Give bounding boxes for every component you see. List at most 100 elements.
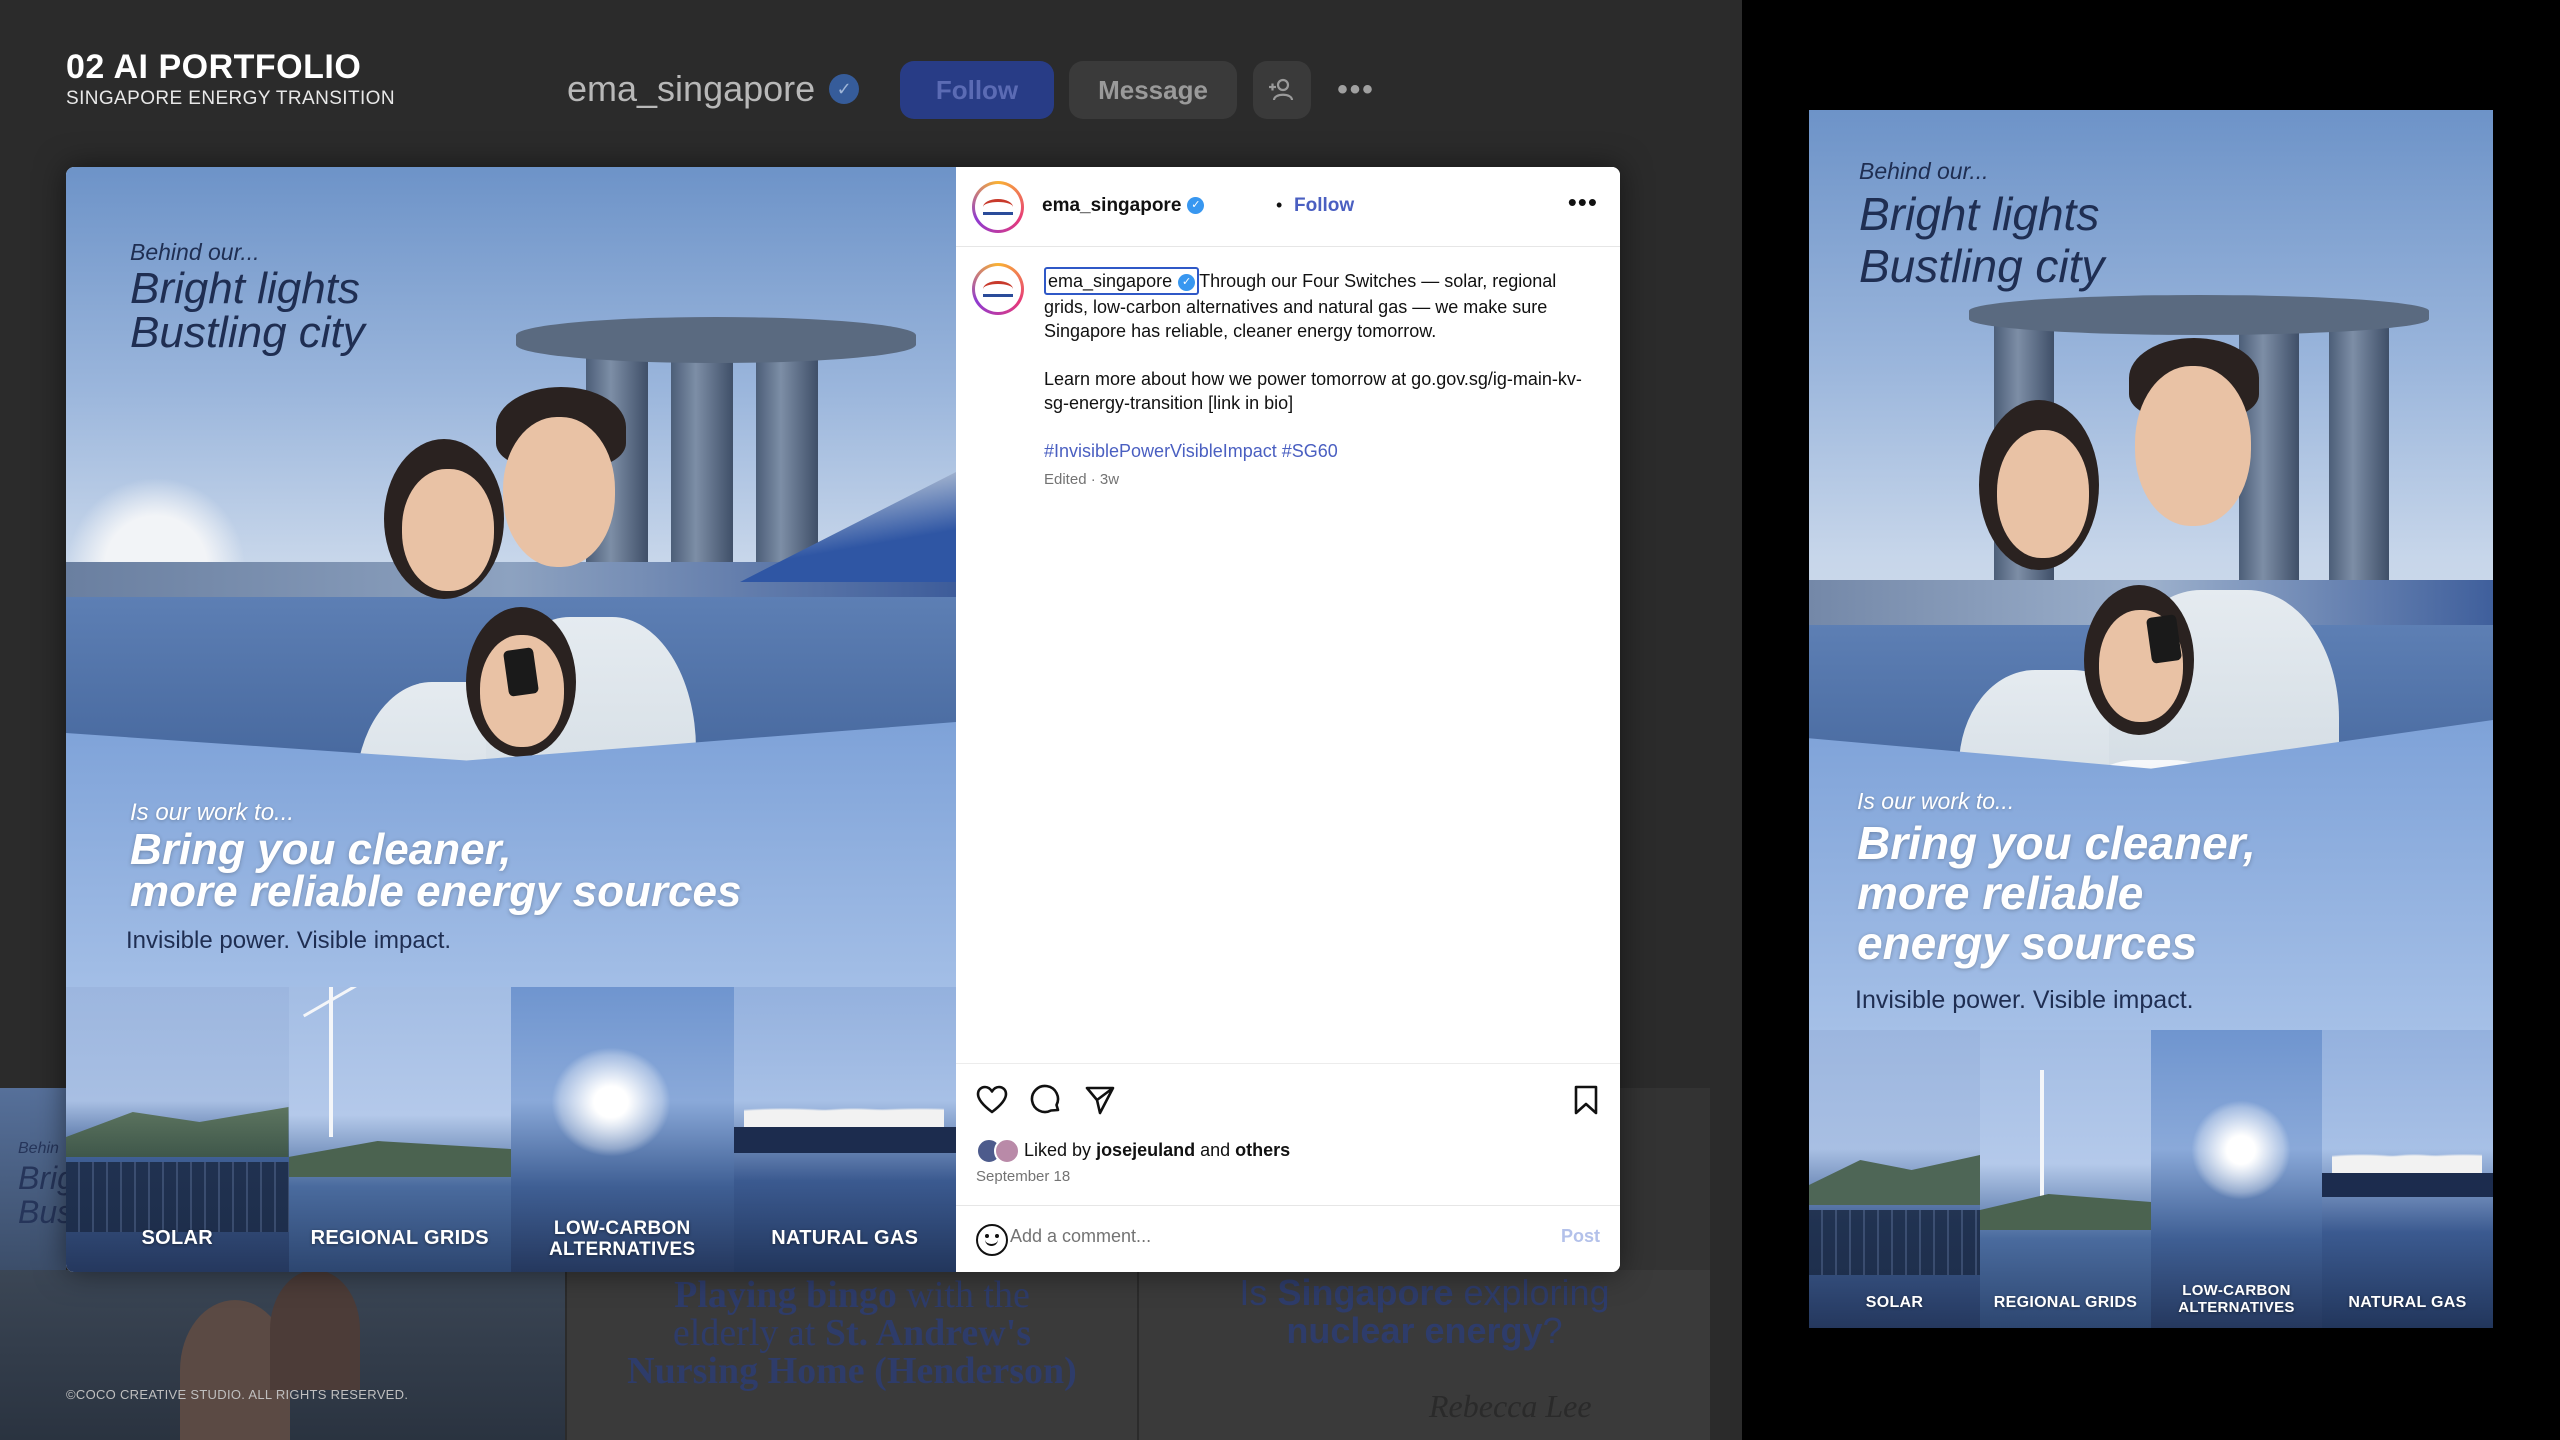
caption-username[interactable]: ema_singapore ✓: [1044, 267, 1200, 295]
poster-headline-1b: Bustling city: [130, 308, 365, 357]
switch-label-regional-grids: REGIONAL GRIDS: [310, 1227, 489, 1249]
strip-text-1: Behin: [18, 1140, 59, 1157]
verified-badge-icon: ✓: [829, 74, 860, 104]
avatar-inner: [975, 184, 1021, 230]
switch-label-low-carbon-2: ALTERNATIVES: [549, 1239, 696, 1260]
poster-eyebrow-2: Is our work to...: [130, 799, 295, 826]
portfolio-panel: 02 AI PORTFOLIO SINGAPORE ENERGY TRANSIT…: [0, 0, 1742, 1440]
grid-hills: [288, 1141, 511, 1177]
switch-natural-gas: NATURAL GAS: [733, 987, 956, 1272]
father-face: [503, 417, 615, 567]
background-tile-nuclear: Is Singapore exploring nuclear energy? R…: [1139, 1270, 1710, 1440]
post-username-text: ema_singapore: [1042, 195, 1182, 216]
post-header: ema_singapore ✓ • Follow •••: [956, 167, 1620, 247]
post-avatar[interactable]: [972, 181, 1024, 233]
heart-icon[interactable]: [974, 1082, 1010, 1118]
comment-bar: Add a comment... Post: [956, 1205, 1620, 1272]
bingo-text-5: Nursing Home (Henderson): [627, 1350, 1077, 1392]
liked-and: and: [1200, 1140, 1231, 1160]
liked-user-link[interactable]: josejeuland: [1096, 1140, 1195, 1160]
liked-prefix: Liked by: [1024, 1140, 1092, 1160]
nuclear-headline: Is Singapore exploring nuclear energy?: [1139, 1274, 1710, 1350]
portrait-poster: Is our work to... Bring you cleaner, mor…: [1809, 110, 2493, 1328]
bingo-text-2: with the: [896, 1274, 1030, 1316]
signature: Rebecca Lee: [1429, 1388, 1592, 1424]
portrait-low-carbon-2: ALTERNATIVES: [2178, 1299, 2295, 1316]
nuclear-text-1: Is: [1239, 1272, 1268, 1313]
wind-turbine-blade: [302, 987, 365, 1018]
share-icon[interactable]: [1082, 1082, 1118, 1118]
profile-username[interactable]: ema_singapore ✓: [567, 68, 860, 110]
nuclear-text-5: ?: [1542, 1310, 1563, 1351]
portrait-grid-hills: [1980, 1194, 2151, 1230]
portrait-headline-2b-row1: more reliable: [1857, 867, 2144, 919]
portfolio-subtitle: SINGAPORE ENERGY TRANSITION: [66, 88, 395, 109]
portrait-eyebrow-1: Behind our...: [1859, 158, 1989, 184]
profile-message-button[interactable]: Message: [1069, 61, 1237, 119]
caption-hashtags[interactable]: #InvisiblePowerVisibleImpact #SG60: [1044, 439, 1594, 463]
poster-tagline: Invisible power. Visible impact.: [126, 927, 452, 954]
post-username[interactable]: ema_singapore ✓: [1042, 195, 1205, 217]
liked-others-link[interactable]: others: [1235, 1140, 1290, 1160]
switch-label-natural-gas: NATURAL GAS: [771, 1227, 919, 1249]
portrait-mother-face: [1997, 430, 2089, 558]
bingo-text-4: St. Andrew's: [815, 1312, 1032, 1354]
portrait-wind-turbine: [2040, 1070, 2044, 1200]
more-icon[interactable]: •••: [1326, 61, 1386, 119]
add-user-icon[interactable]: [1253, 61, 1311, 119]
solar-panels: [66, 1162, 289, 1232]
verified-badge-icon: ✓: [1178, 273, 1196, 291]
portrait-poster-inner: Is our work to... Bring you cleaner, mor…: [1809, 110, 2493, 1328]
post-more-icon[interactable]: •••: [1568, 187, 1598, 218]
portrait-sky-deck: [1969, 295, 2429, 335]
ema-logo-icon: [983, 281, 1013, 297]
nuclear-text-3: exploring: [1453, 1272, 1610, 1313]
bingo-text-1: Playing bingo: [674, 1274, 897, 1316]
emoji-smile: [985, 1239, 998, 1246]
poster-eyebrow-1: Behind our...: [130, 239, 260, 265]
strip-text-3: Bus: [18, 1194, 74, 1230]
poster-headline-2b: more reliable energy sources: [130, 867, 742, 916]
switch-solar: SOLAR: [66, 987, 289, 1272]
background-tile-side: [1620, 1088, 1710, 1270]
portrait-switch-regional-grids: REGIONAL GRIDS: [1980, 1030, 2151, 1328]
profile-username-text: ema_singapore: [567, 68, 816, 109]
post-caption: ema_singapore ✓ Through our Four Switches …: [1044, 267, 1594, 487]
liker-avatar-2: [994, 1138, 1020, 1164]
post-follow-button[interactable]: Follow: [1294, 195, 1354, 217]
copyright-text: ©COCO CREATIVE STUDIO. ALL RIGHTS RESERV…: [66, 1387, 409, 1402]
instagram-post-modal: Is our work to... Bring you cleaner, mor…: [66, 167, 1620, 1272]
switch-regional-grids: REGIONAL GRIDS: [288, 987, 511, 1272]
portrait-phone: [2145, 614, 2183, 664]
lng-tanks: [743, 1099, 944, 1129]
sky-deck: [516, 317, 916, 363]
switch-low-carbon: LOW-CARBON ALTERNATIVES: [511, 987, 734, 1272]
background-tile-family: [0, 1270, 565, 1440]
mother-face: [402, 469, 494, 591]
liked-by-text: Liked by josejeuland and others: [1024, 1140, 1290, 1161]
separator-dot: •: [1276, 195, 1283, 215]
solar-hills: [66, 1107, 289, 1157]
comment-icon-svg: [1030, 1084, 1060, 1114]
emoji-icon[interactable]: [976, 1224, 1008, 1256]
nuclear-text-2: Singapore: [1267, 1272, 1454, 1313]
portrait-solar-panels: [1809, 1210, 1980, 1275]
portrait-headline-2b-row2: energy sources: [1857, 917, 2198, 969]
comment-icon[interactable]: [1028, 1082, 1064, 1118]
four-switches: SOLAR REGIONAL GRIDS LOW-CARBON ALTERNAT…: [66, 987, 956, 1272]
bookmark-icon-svg: [1574, 1085, 1598, 1115]
share-icon-svg: [1085, 1086, 1115, 1115]
background-poster-strip: Behin Brig Bus: [0, 1088, 75, 1270]
caption-avatar[interactable]: [972, 263, 1024, 315]
bingo-text-3: elderly at: [672, 1312, 816, 1354]
comment-input[interactable]: Add a comment...: [1010, 1226, 1151, 1247]
bookmark-icon[interactable]: [1568, 1082, 1604, 1118]
portrait-eyebrow-2: Is our work to...: [1857, 788, 2015, 814]
liker-avatars[interactable]: [976, 1138, 1024, 1164]
portrait-switch-natural-gas: NATURAL GAS: [2322, 1030, 2493, 1328]
verified-badge-icon: ✓: [1187, 197, 1205, 215]
phone: [502, 647, 540, 697]
profile-follow-button[interactable]: Follow: [900, 61, 1054, 119]
caption-username-text: ema_singapore: [1048, 271, 1173, 291]
post-comment-button[interactable]: Post: [1561, 1226, 1600, 1247]
